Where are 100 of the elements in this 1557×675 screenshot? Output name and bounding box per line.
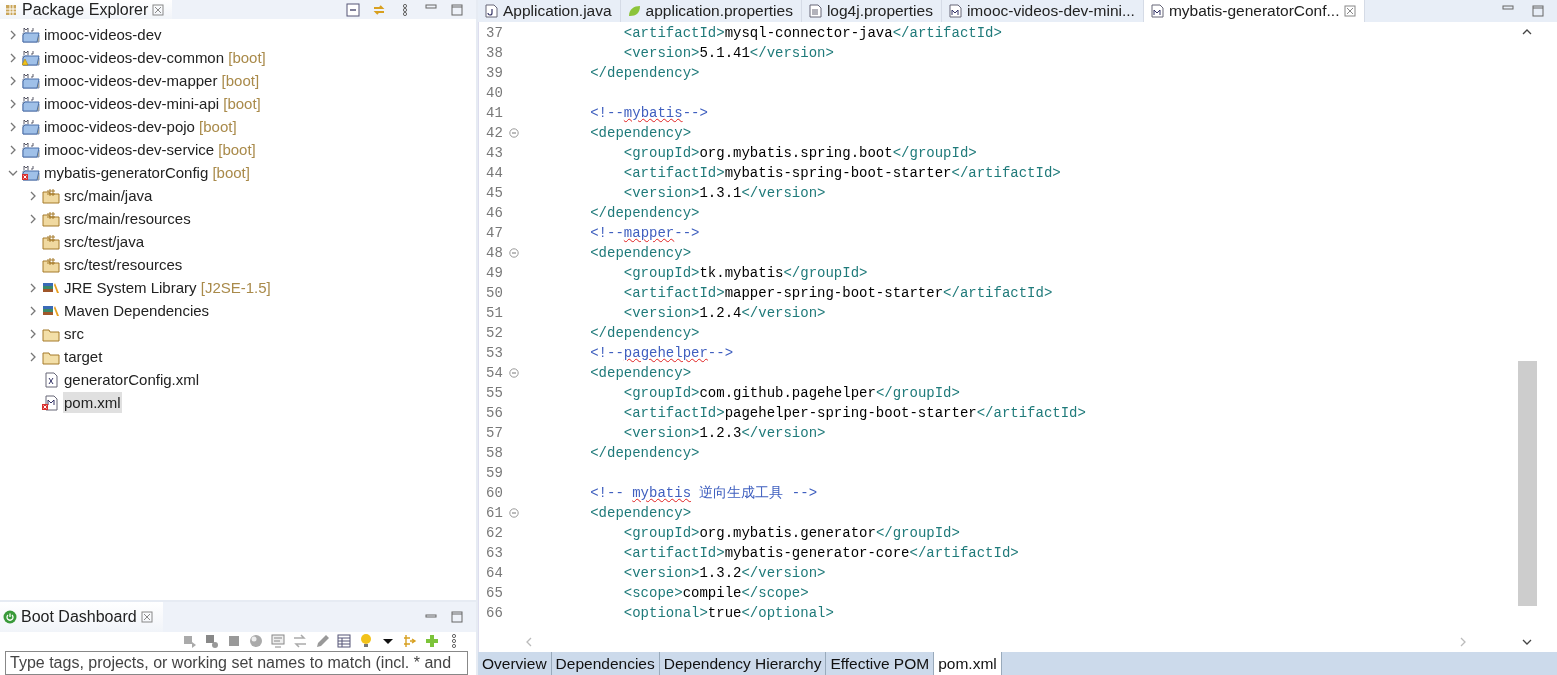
line-number: 49 — [485, 263, 504, 283]
line-number: 47 — [485, 223, 504, 243]
tree-item[interactable]: mybatis-generatorConfig [boot] — [43, 162, 251, 183]
code-line: </dependency> — [589, 63, 700, 83]
line-number: 43 — [485, 143, 504, 163]
code-line: </dependency> — [589, 323, 700, 343]
line-number: 55 — [485, 383, 504, 403]
code-line: <dependency> — [589, 243, 692, 263]
code-line: <scope>compile</scope> — [622, 583, 809, 603]
fold-icon[interactable] — [509, 248, 519, 258]
tree-item[interactable]: pom.xml — [63, 392, 122, 413]
tree-item[interactable]: src/main/java — [63, 185, 154, 206]
code-line: <artifactId>mybatis-spring-boot-starter</artifactId> — [622, 163, 1061, 183]
maximize-icon[interactable] — [450, 2, 464, 17]
debug-icon[interactable] — [204, 633, 220, 650]
fold-icon[interactable] — [509, 508, 519, 518]
tree-item[interactable]: imooc-videos-dev-mapper [boot] — [43, 70, 261, 91]
code-line: <!--mapper--> — [589, 223, 700, 243]
line-number: 62 — [485, 523, 504, 543]
editor-tab[interactable]: mybatis-generatorConf... — [1143, 0, 1366, 22]
line-number: 53 — [485, 343, 504, 363]
line-number: 50 — [485, 283, 504, 303]
line-number: 58 — [485, 443, 504, 463]
line-number: 60 — [485, 483, 504, 503]
console-icon[interactable] — [270, 633, 286, 650]
line-number: 37 — [485, 23, 504, 43]
code-line: <groupId>org.mybatis.spring.boot</groupId> — [622, 143, 977, 163]
close-icon[interactable] — [152, 3, 165, 16]
code-line: <version>1.2.3</version> — [622, 423, 826, 443]
line-number: 41 — [485, 103, 504, 123]
code-line: <version>5.1.41</version> — [622, 43, 834, 63]
line-number: 61 — [485, 503, 504, 523]
line-number: 64 — [485, 563, 504, 583]
fold-icon[interactable] — [509, 368, 519, 378]
power-icon — [3, 610, 17, 624]
code-line: <dependency> — [589, 503, 692, 523]
filter-field[interactable]: Type tags, projects, or working set names to match (incl. * and — [5, 651, 468, 675]
tree-item[interactable]: imooc-videos-dev-service [boot] — [43, 139, 257, 160]
tree-item[interactable]: imooc-videos-dev-mini-api [boot] — [43, 93, 262, 114]
fold-icon[interactable] — [509, 128, 519, 138]
tree-item[interactable]: Maven Dependencies — [63, 300, 211, 321]
code-line: <!-- mybatis 逆向生成工具 --> — [589, 483, 818, 503]
code-line: <groupId>org.mybatis.generator</groupId> — [622, 523, 960, 543]
tree-item[interactable]: src/test/java — [63, 231, 146, 252]
tree-item[interactable]: src/test/resources — [63, 254, 184, 275]
line-number: 45 — [485, 183, 504, 203]
close-icon[interactable] — [140, 611, 153, 623]
line-number: 63 — [485, 543, 504, 563]
code-line: <dependency> — [589, 123, 692, 143]
code-line: <groupId>tk.mybatis</groupId> — [622, 263, 868, 283]
maximize-icon[interactable] — [450, 610, 464, 624]
line-number: 48 — [485, 243, 504, 263]
line-number: 56 — [485, 403, 504, 423]
code-line: <artifactId>mybatis-generator-core</artifactId> — [622, 543, 1019, 563]
tree-item[interactable]: imooc-videos-dev-common [boot] — [43, 47, 267, 68]
table-icon[interactable] — [336, 633, 352, 650]
lightbulb-icon[interactable] — [358, 633, 374, 650]
pencil-icon[interactable] — [314, 633, 330, 650]
tree-item[interactable]: src/main/resources — [63, 208, 192, 229]
line-number: 66 — [485, 603, 504, 623]
add-icon[interactable] — [424, 633, 440, 650]
scrollbar-thumb[interactable] — [1517, 361, 1537, 606]
close-icon[interactable] — [1344, 5, 1357, 17]
code-line: <groupId>com.github.pagehelper</groupId> — [622, 383, 960, 403]
tree-item[interactable]: generatorConfig.xml — [63, 369, 201, 390]
line-number: 40 — [485, 83, 504, 103]
line-number: 38 — [485, 43, 504, 63]
line-number: 51 — [485, 303, 504, 323]
code-line: <!--mybatis--> — [589, 103, 708, 123]
line-number: 57 — [485, 423, 504, 443]
tree-item[interactable]: src — [63, 323, 85, 344]
line-number: 39 — [485, 63, 504, 83]
page-tab[interactable]: pom.xml — [934, 652, 1002, 675]
line-number: 52 — [485, 323, 504, 343]
line-number: 44 — [485, 163, 504, 183]
line-number: 42 — [485, 123, 504, 143]
code-line: <artifactId>pagehelper-spring-boot-starter</artifactId> — [622, 403, 1086, 423]
maximize-icon[interactable] — [1531, 4, 1545, 18]
tree-item[interactable]: target — [63, 346, 104, 367]
tree-item[interactable]: imooc-videos-dev-pojo [boot] — [43, 116, 238, 137]
code-line: <!--pagehelper--> — [589, 343, 734, 363]
swap-icon[interactable] — [292, 633, 308, 650]
tree-item[interactable]: JRE System Library [J2SE-1.5] — [63, 277, 272, 298]
line-number: 54 — [485, 363, 504, 383]
run-icon[interactable] — [182, 633, 198, 650]
line-number: 46 — [485, 203, 504, 223]
code-line: <version>1.2.4</version> — [622, 303, 826, 323]
view-tab[interactable]: Package Explorer — [0, 0, 173, 19]
view-tab[interactable]: Boot Dashboard — [0, 602, 163, 632]
code-line: <version>1.3.2</version> — [622, 563, 826, 583]
code-line: <version>1.3.1</version> — [622, 183, 826, 203]
code-line: </dependency> — [589, 443, 700, 463]
globe-icon[interactable] — [248, 633, 264, 650]
code-line: <optional>true</optional> — [622, 603, 834, 623]
tree-item[interactable]: imooc-videos-dev — [43, 24, 163, 45]
code-line: <artifactId>mapper-spring-boot-starter</artifactId> — [622, 283, 1053, 303]
line-number: 65 — [485, 583, 504, 603]
code-line: </dependency> — [589, 203, 700, 223]
collapse-all-icon[interactable] — [346, 2, 360, 17]
line-number: 59 — [485, 463, 504, 483]
